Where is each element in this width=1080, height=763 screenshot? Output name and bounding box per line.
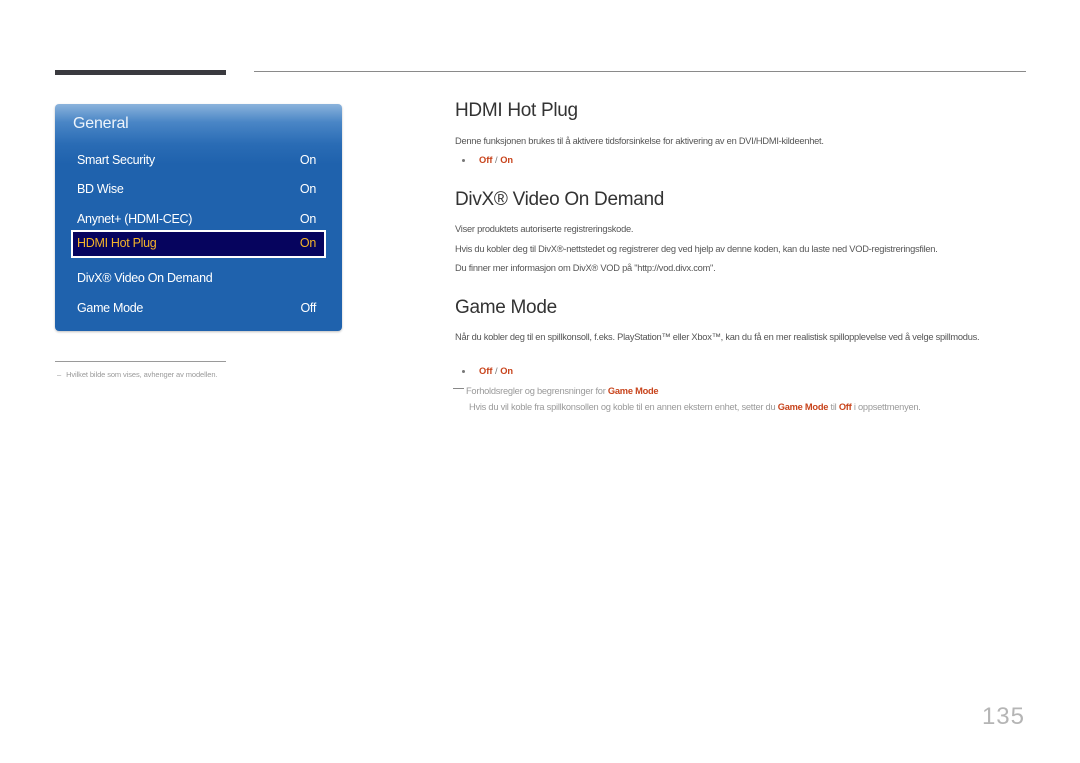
option-off: Off xyxy=(479,366,493,376)
option-on: On xyxy=(500,155,514,165)
menu-item-label: Anynet+ (HDMI-CEC) xyxy=(77,212,193,226)
game-detail: Hvis du vil koble fra spillkonsollen og … xyxy=(469,402,921,412)
menu-item-hdmi-hot-plug[interactable]: HDMI Hot Plug On xyxy=(71,230,326,258)
detail-text-2: til xyxy=(828,402,839,412)
divx-line-2: Hvis du kobler deg til DivX®-nettstedet … xyxy=(455,244,938,254)
bullet-icon xyxy=(462,159,465,163)
bullet-icon xyxy=(462,370,465,374)
menu-item-label: DivX® Video On Demand xyxy=(77,271,213,285)
menu-item-divx-vod[interactable]: DivX® Video On Demand xyxy=(71,265,326,293)
divx-line-3: Du finner mer informasjon om DivX® VOD p… xyxy=(455,263,716,273)
heading-hdmi-hot-plug: HDMI Hot Plug xyxy=(455,100,578,121)
menu-item-label: Game Mode xyxy=(77,301,144,315)
footnote-text: Hvilket bilde som vises, avhenger av mod… xyxy=(66,370,218,379)
heading-divx-vod: DivX® Video On Demand xyxy=(455,189,665,210)
menu-item-value: On xyxy=(299,182,316,196)
menu-item-bd-wise[interactable]: BD Wise On xyxy=(71,176,326,204)
detail-accent-off: Off xyxy=(838,402,852,412)
footnote-divider xyxy=(55,361,226,362)
divx-line-1: Viser produktets autoriserte registrerin… xyxy=(455,224,634,234)
hdmi-options: Off / On xyxy=(462,155,513,165)
note-accent: Game Mode xyxy=(607,386,659,396)
menu-item-label: BD Wise xyxy=(77,182,124,196)
hdmi-description: Denne funksjonen brukes til å aktivere t… xyxy=(455,136,824,146)
menu-item-label: HDMI Hot Plug xyxy=(77,236,157,250)
game-options: Off / On xyxy=(462,366,513,376)
menu-item-smart-security[interactable]: Smart Security On xyxy=(71,147,326,175)
menu-item-game-mode[interactable]: Game Mode Off xyxy=(71,295,326,323)
option-off: Off xyxy=(479,155,493,165)
note-dash-icon xyxy=(453,388,464,389)
menu-item-value: On xyxy=(299,212,316,226)
detail-text-3: i oppsettmenyen. xyxy=(851,402,921,412)
footnote-dash: – xyxy=(57,370,62,379)
osd-menu-general: General Smart Security On BD Wise On Any… xyxy=(55,104,342,331)
menu-item-value: On xyxy=(299,236,316,250)
detail-accent-game-mode: Game Mode xyxy=(777,402,829,412)
menu-item-label: Smart Security xyxy=(77,153,155,167)
footnote: – Hvilket bilde som vises, avhenger av mo… xyxy=(57,370,217,379)
heading-game-mode: Game Mode xyxy=(455,297,557,318)
option-on: On xyxy=(500,366,514,376)
game-description: Når du kobler deg til en spillkonsoll, f… xyxy=(455,332,980,342)
detail-text-1: Hvis du vil koble fra spillkonsollen og … xyxy=(469,402,778,412)
menu-item-value: On xyxy=(299,153,316,167)
menu-item-value: Off xyxy=(300,301,316,315)
header-rule-thin xyxy=(254,71,1026,72)
menu-title: General xyxy=(73,115,129,132)
header-rule-thick xyxy=(55,70,226,75)
game-note: Forholdsregler og begrensninger for Game… xyxy=(453,386,659,396)
page-number: 135 xyxy=(981,703,1025,730)
note-text: Forholdsregler og begrensninger for xyxy=(466,386,608,396)
